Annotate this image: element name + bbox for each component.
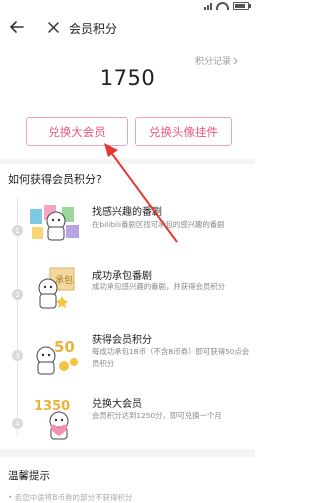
step-title: 成功承包番剧 [92, 271, 152, 282]
exchange-pendant-button[interactable]: 兑换头像挂件 [135, 117, 232, 146]
battery-icon [233, 2, 251, 10]
tips-text: • 若您中途将B币券的部分不获得积分 [8, 493, 133, 502]
step-description: 在bilibili番剧区找可承包的感兴趣的番剧 [92, 220, 225, 229]
step-number: 2 [12, 289, 23, 300]
how-to-title: 如何获得会员积分? [8, 173, 102, 186]
step-title: 找感兴趣的番剧 [92, 207, 162, 218]
step-illustration-anime [28, 199, 79, 241]
header-bar: 会员积分 [0, 12, 255, 42]
svg-text:承包: 承包 [55, 274, 73, 286]
page-title: 会员积分 [69, 22, 118, 36]
step-description: 成功承包感兴趣的番剧，并获得会员积分 [92, 282, 226, 291]
step-description: 会员积分达到1250分，即可兑换一个月 [92, 411, 222, 420]
step-illustration-vip: 1350 [32, 394, 80, 440]
back-arrow-icon[interactable] [6, 16, 28, 38]
svg-text:50: 50 [54, 338, 75, 356]
points-value: 1750 [99, 66, 156, 90]
svg-text:1350: 1350 [34, 399, 70, 414]
battery-level [235, 4, 245, 8]
section-divider [0, 159, 255, 164]
step-number: 3 [12, 350, 23, 361]
chevron-right-icon [233, 57, 238, 64]
step-illustration-sponsor: 承包 [32, 266, 80, 309]
exchange-vip-button[interactable]: 兑换大会员 [26, 117, 128, 146]
section-divider [0, 449, 255, 457]
wifi-icon [216, 2, 229, 10]
signal-icon [204, 2, 212, 10]
step-number: 1 [12, 225, 23, 236]
step-description: 每成功承包1B币（不含B币券）即可获得50点会员积分 [92, 347, 250, 368]
status-bar [0, 0, 255, 12]
close-icon[interactable] [42, 16, 64, 38]
tips-title: 温馨提示 [8, 470, 50, 482]
step-title: 获得会员积分 [92, 335, 152, 346]
status-icons [204, 0, 251, 12]
step-title: 兑换大会员 [92, 399, 142, 410]
step-illustration-points: 50 [32, 332, 80, 375]
step-number: 4 [12, 418, 23, 429]
